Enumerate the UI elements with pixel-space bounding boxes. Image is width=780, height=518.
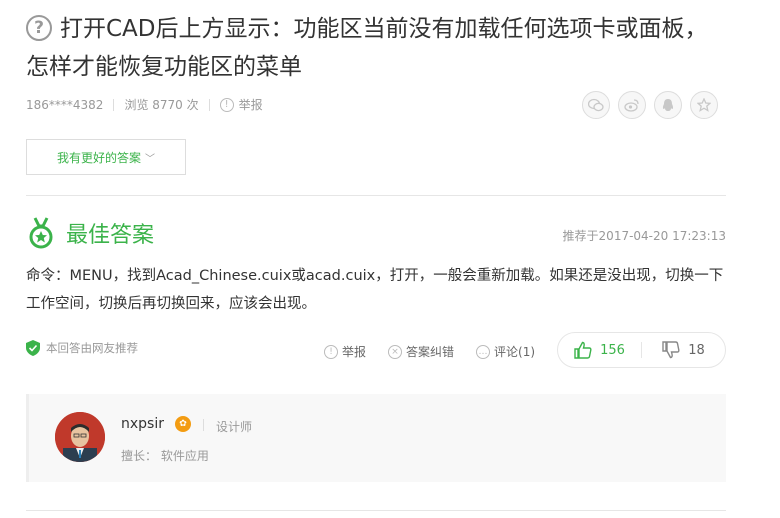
correction-icon: × (388, 344, 403, 359)
answerer-specialty: 擅长： 软件应用 (121, 449, 209, 463)
chevron-down-icon: ﹀ (145, 153, 155, 165)
answerer-card: nxpsir ✿ 设计师 擅长： 软件应用 (26, 394, 726, 482)
question-circle-icon: ? (26, 15, 52, 41)
correct-label: 答案纠错 (406, 345, 455, 359)
question-title: ? 打开CAD后上方显示：功能区当前没有加载任何选项卡或面板，怎样才能恢复功能区的… (26, 10, 726, 86)
report-icon: ! (324, 344, 338, 359)
answerer-divider (203, 419, 204, 431)
downvote-button[interactable]: 18 (642, 341, 725, 359)
answerer-title: 设计师 (216, 420, 253, 434)
answer-source-text: 本回答由网友推荐 (46, 341, 138, 355)
correct-answer-button[interactable]: × 答案纠错 (388, 343, 454, 360)
better-answer-label: 我有更好的答案 (56, 150, 141, 165)
answer-source: 本回答由网友推荐 (26, 340, 138, 356)
upvote-count: 156 (600, 342, 625, 358)
question-title-text: 打开CAD后上方显示：功能区当前没有加载任何选项卡或面板，怎样才能恢复功能区的菜… (26, 16, 708, 80)
section-divider (26, 510, 726, 511)
view-count: 浏览 8770 次 (124, 98, 199, 112)
comment-label: 评论(1) (494, 345, 536, 359)
best-answer-title: 最佳答案 (66, 223, 155, 248)
share-bar (582, 91, 718, 119)
better-answer-button[interactable]: 我有更好的答案 ﹀ (26, 139, 186, 175)
answer-content: 命令：MENU，找到Acad_Chinese.cuix或acad.cuix，打开… (26, 268, 724, 312)
downvote-count: 18 (688, 342, 705, 358)
meta-divider (208, 98, 210, 111)
report-link[interactable]: 举报 (239, 96, 263, 113)
comment-button[interactable]: … 评论(1) (476, 343, 535, 360)
report-label: 举报 (342, 345, 367, 359)
comment-icon: … (476, 344, 491, 359)
section-divider (26, 195, 726, 196)
question-meta: 186****4382 浏览 8770 次 ! 举报 (26, 96, 263, 113)
thumbs-down-icon (662, 341, 680, 359)
best-answer-header: 最佳答案 (26, 217, 154, 249)
upvote-button[interactable]: 156 (558, 341, 641, 359)
thumbs-up-icon (574, 341, 592, 359)
wechat-icon[interactable] (582, 91, 610, 119)
favorite-star-icon[interactable] (690, 91, 718, 119)
avatar[interactable] (55, 412, 105, 462)
weibo-icon[interactable] (618, 91, 646, 119)
recommend-time: 推荐于2017-04-20 17:23:13 (562, 229, 726, 243)
report-button[interactable]: ! 举报 (324, 343, 366, 360)
answer-actions: ! 举报 × 答案纠错 … 评论(1) (324, 343, 557, 360)
asker-name[interactable]: 186****4382 (26, 98, 103, 112)
report-icon[interactable]: ! (219, 97, 234, 112)
level-badge-icon: ✿ (175, 416, 191, 432)
medal-icon (29, 217, 53, 249)
shield-check-icon (26, 340, 40, 356)
qq-icon[interactable] (654, 91, 682, 119)
answerer-name[interactable]: nxpsir (121, 416, 164, 432)
vote-box: 156 18 (557, 332, 726, 368)
meta-divider (113, 98, 115, 111)
